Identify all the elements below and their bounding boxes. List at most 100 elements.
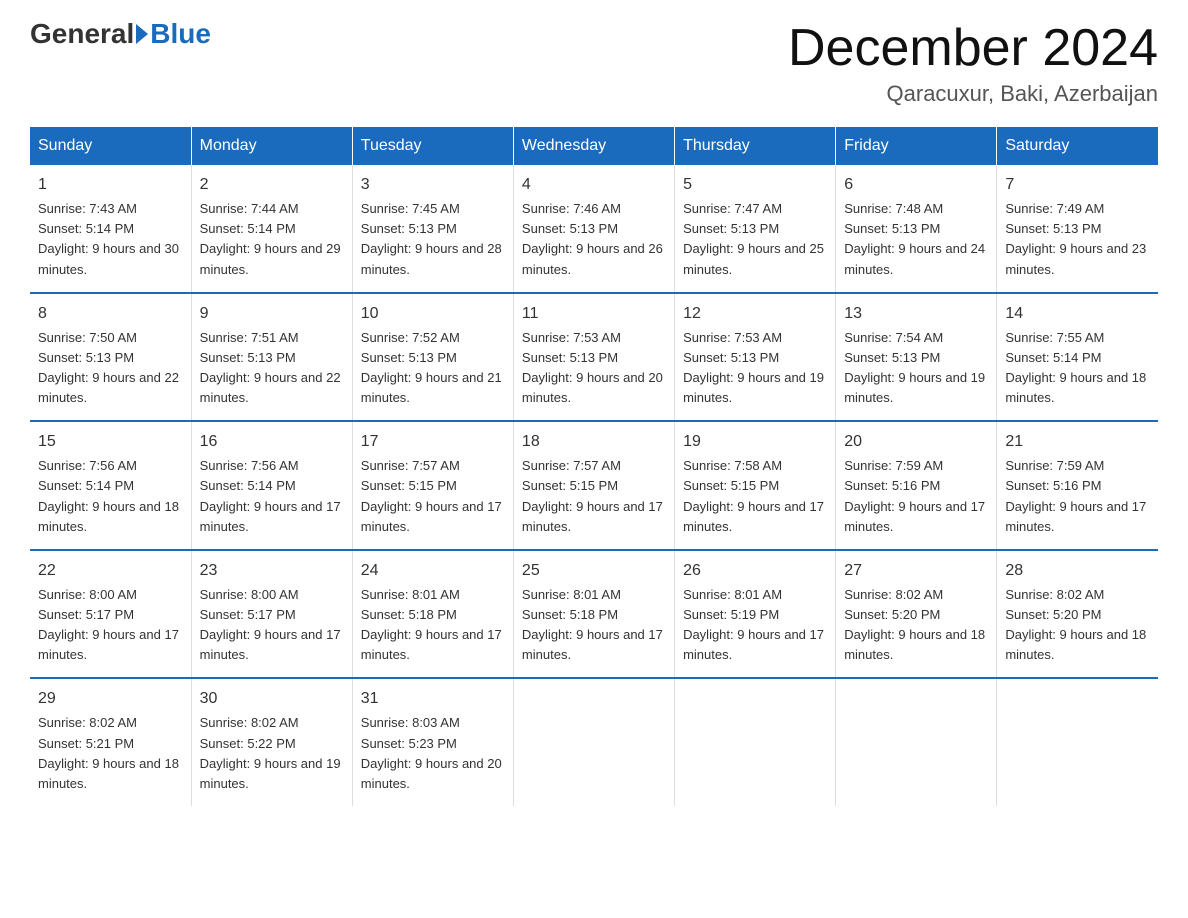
day-info: Sunrise: 7:58 AMSunset: 5:15 PMDaylight:…	[683, 458, 824, 533]
calendar-week-row: 1Sunrise: 7:43 AMSunset: 5:14 PMDaylight…	[30, 165, 1158, 293]
day-info: Sunrise: 7:54 AMSunset: 5:13 PMDaylight:…	[844, 330, 985, 405]
table-row: 27 Sunrise: 8:02 AMSunset: 5:20 PMDayligh…	[836, 550, 997, 679]
day-number: 29	[38, 687, 183, 711]
day-number: 1	[38, 173, 183, 197]
day-info: Sunrise: 7:56 AMSunset: 5:14 PMDaylight:…	[38, 458, 179, 533]
col-friday: Friday	[836, 127, 997, 165]
table-row: 28 Sunrise: 8:02 AMSunset: 5:20 PMDayligh…	[997, 550, 1158, 679]
day-number: 31	[361, 687, 505, 711]
day-info: Sunrise: 7:57 AMSunset: 5:15 PMDaylight:…	[522, 458, 663, 533]
day-info: Sunrise: 7:48 AMSunset: 5:13 PMDaylight:…	[844, 201, 985, 276]
day-number: 11	[522, 302, 666, 326]
day-info: Sunrise: 7:53 AMSunset: 5:13 PMDaylight:…	[683, 330, 824, 405]
day-number: 28	[1005, 559, 1150, 583]
logo-triangle-icon	[136, 24, 148, 44]
day-number: 4	[522, 173, 666, 197]
day-number: 15	[38, 430, 183, 454]
day-info: Sunrise: 8:02 AMSunset: 5:20 PMDaylight:…	[1005, 587, 1146, 662]
day-info: Sunrise: 8:02 AMSunset: 5:20 PMDaylight:…	[844, 587, 985, 662]
location-subtitle: Qaracuxur, Baki, Azerbaijan	[788, 81, 1158, 107]
table-row: 31 Sunrise: 8:03 AMSunset: 5:23 PMDayligh…	[352, 678, 513, 806]
col-tuesday: Tuesday	[352, 127, 513, 165]
day-info: Sunrise: 7:52 AMSunset: 5:13 PMDaylight:…	[361, 330, 502, 405]
table-row: 16Sunrise: 7:56 AMSunset: 5:14 PMDayligh…	[191, 421, 352, 550]
day-info: Sunrise: 7:49 AMSunset: 5:13 PMDaylight:…	[1005, 201, 1146, 276]
table-row: 26Sunrise: 8:01 AMSunset: 5:19 PMDayligh…	[675, 550, 836, 679]
table-row: 21 Sunrise: 7:59 AMSunset: 5:16 PMDayligh…	[997, 421, 1158, 550]
day-number: 21	[1005, 430, 1150, 454]
table-row: 20Sunrise: 7:59 AMSunset: 5:16 PMDayligh…	[836, 421, 997, 550]
day-number: 25	[522, 559, 666, 583]
day-number: 27	[844, 559, 988, 583]
day-number: 30	[200, 687, 344, 711]
day-info: Sunrise: 8:03 AMSunset: 5:23 PMDaylight:…	[361, 715, 502, 790]
day-info: Sunrise: 8:00 AMSunset: 5:17 PMDaylight:…	[38, 587, 179, 662]
table-row: 23Sunrise: 8:00 AMSunset: 5:17 PMDayligh…	[191, 550, 352, 679]
calendar-table: Sunday Monday Tuesday Wednesday Thursday…	[30, 127, 1158, 806]
day-info: Sunrise: 7:59 AMSunset: 5:16 PMDaylight:…	[1005, 458, 1146, 533]
table-row: 12 Sunrise: 7:53 AMSunset: 5:13 PMDayligh…	[675, 293, 836, 422]
day-info: Sunrise: 7:57 AMSunset: 5:15 PMDaylight:…	[361, 458, 502, 533]
header-row: Sunday Monday Tuesday Wednesday Thursday…	[30, 127, 1158, 165]
table-row	[836, 678, 997, 806]
table-row: 19 Sunrise: 7:58 AMSunset: 5:15 PMDayligh…	[675, 421, 836, 550]
table-row: 18 Sunrise: 7:57 AMSunset: 5:15 PMDayligh…	[513, 421, 674, 550]
table-row: 25 Sunrise: 8:01 AMSunset: 5:18 PMDayligh…	[513, 550, 674, 679]
day-number: 17	[361, 430, 505, 454]
logo: General Blue	[30, 20, 211, 48]
calendar-week-row: 8Sunrise: 7:50 AMSunset: 5:13 PMDaylight…	[30, 293, 1158, 422]
table-row: 8Sunrise: 7:50 AMSunset: 5:13 PMDaylight…	[30, 293, 191, 422]
day-number: 23	[200, 559, 344, 583]
col-monday: Monday	[191, 127, 352, 165]
day-number: 9	[200, 302, 344, 326]
day-info: Sunrise: 7:53 AMSunset: 5:13 PMDaylight:…	[522, 330, 663, 405]
page-header: General Blue December 2024 Qaracuxur, Ba…	[30, 20, 1158, 107]
table-row: 17 Sunrise: 7:57 AMSunset: 5:15 PMDayligh…	[352, 421, 513, 550]
table-row: 24 Sunrise: 8:01 AMSunset: 5:18 PMDayligh…	[352, 550, 513, 679]
logo-general-text: General	[30, 20, 134, 48]
table-row: 2Sunrise: 7:44 AMSunset: 5:14 PMDaylight…	[191, 165, 352, 293]
day-info: Sunrise: 8:02 AMSunset: 5:21 PMDaylight:…	[38, 715, 179, 790]
day-number: 19	[683, 430, 827, 454]
day-number: 13	[844, 302, 988, 326]
day-number: 6	[844, 173, 988, 197]
day-number: 20	[844, 430, 988, 454]
table-row	[997, 678, 1158, 806]
month-title: December 2024	[788, 20, 1158, 77]
table-row: 9Sunrise: 7:51 AMSunset: 5:13 PMDaylight…	[191, 293, 352, 422]
day-number: 18	[522, 430, 666, 454]
day-info: Sunrise: 8:01 AMSunset: 5:18 PMDaylight:…	[361, 587, 502, 662]
table-row: 14 Sunrise: 7:55 AMSunset: 5:14 PMDayligh…	[997, 293, 1158, 422]
day-info: Sunrise: 7:55 AMSunset: 5:14 PMDaylight:…	[1005, 330, 1146, 405]
day-number: 24	[361, 559, 505, 583]
calendar-week-row: 29 Sunrise: 8:02 AMSunset: 5:21 PMDayligh…	[30, 678, 1158, 806]
day-info: Sunrise: 7:47 AMSunset: 5:13 PMDaylight:…	[683, 201, 824, 276]
logo-blue-text: Blue	[150, 20, 211, 48]
table-row: 15 Sunrise: 7:56 AMSunset: 5:14 PMDayligh…	[30, 421, 191, 550]
title-area: December 2024 Qaracuxur, Baki, Azerbaija…	[788, 20, 1158, 107]
day-number: 8	[38, 302, 183, 326]
day-info: Sunrise: 8:02 AMSunset: 5:22 PMDaylight:…	[200, 715, 341, 790]
table-row	[675, 678, 836, 806]
table-row: 22 Sunrise: 8:00 AMSunset: 5:17 PMDayligh…	[30, 550, 191, 679]
col-sunday: Sunday	[30, 127, 191, 165]
day-number: 2	[200, 173, 344, 197]
calendar-week-row: 22 Sunrise: 8:00 AMSunset: 5:17 PMDayligh…	[30, 550, 1158, 679]
table-row: 13 Sunrise: 7:54 AMSunset: 5:13 PMDayligh…	[836, 293, 997, 422]
day-number: 14	[1005, 302, 1150, 326]
table-row: 10 Sunrise: 7:52 AMSunset: 5:13 PMDayligh…	[352, 293, 513, 422]
table-row	[513, 678, 674, 806]
table-row: 29 Sunrise: 8:02 AMSunset: 5:21 PMDayligh…	[30, 678, 191, 806]
day-number: 16	[200, 430, 344, 454]
table-row: 3Sunrise: 7:45 AMSunset: 5:13 PMDaylight…	[352, 165, 513, 293]
day-number: 12	[683, 302, 827, 326]
table-row: 30 Sunrise: 8:02 AMSunset: 5:22 PMDayligh…	[191, 678, 352, 806]
table-row: 4 Sunrise: 7:46 AMSunset: 5:13 PMDaylight…	[513, 165, 674, 293]
day-number: 22	[38, 559, 183, 583]
calendar-week-row: 15 Sunrise: 7:56 AMSunset: 5:14 PMDayligh…	[30, 421, 1158, 550]
day-info: Sunrise: 7:46 AMSunset: 5:13 PMDaylight:…	[522, 201, 663, 276]
day-number: 10	[361, 302, 505, 326]
day-info: Sunrise: 8:01 AMSunset: 5:18 PMDaylight:…	[522, 587, 663, 662]
day-number: 7	[1005, 173, 1150, 197]
table-row: 7 Sunrise: 7:49 AMSunset: 5:13 PMDaylight…	[997, 165, 1158, 293]
